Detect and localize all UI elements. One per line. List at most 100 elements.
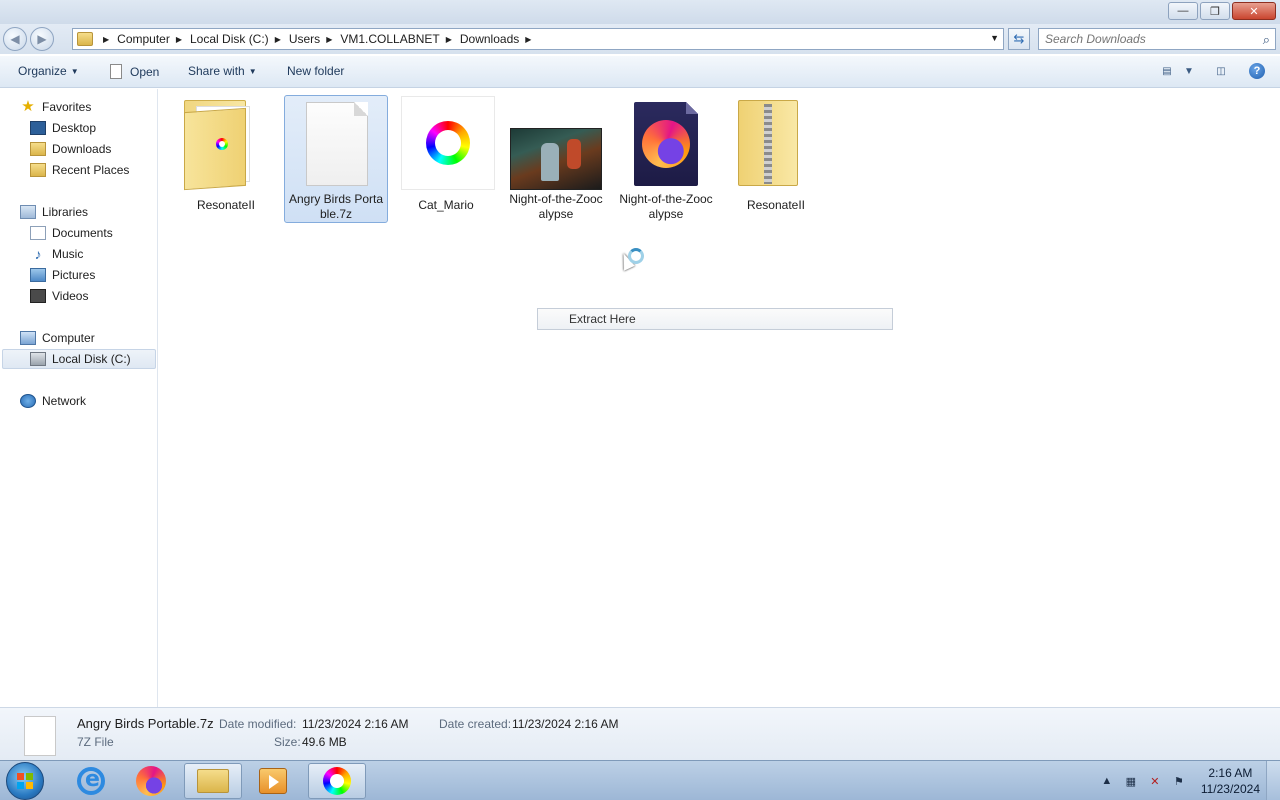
image-thumbnail-icon: [398, 96, 495, 192]
taskbar-windows-explorer[interactable]: [184, 763, 242, 799]
file-item[interactable]: ResonateII: [174, 95, 278, 223]
address-bar[interactable]: ▶ Computer ▶ Local Disk (C:) ▶ Users ▶ VM1.…: [72, 28, 1004, 50]
change-view-button[interactable]: ▤: [1158, 63, 1176, 79]
file-item[interactable]: Cat_Mario: [394, 95, 498, 223]
busy-spinner-icon: [628, 248, 644, 264]
maximize-button[interactable]: ❐: [1200, 2, 1230, 20]
taskbar-color-ring-app[interactable]: [308, 763, 366, 799]
context-menu-label: Extract Here: [569, 312, 636, 326]
sidebar-item-documents[interactable]: Documents: [30, 223, 113, 243]
details-date-modified-label: Date modified:: [219, 717, 297, 731]
details-file-type: 7Z File: [77, 735, 114, 749]
firefox-document-icon: [618, 96, 714, 186]
sidebar-label: Documents: [52, 226, 113, 240]
sidebar-item-downloads[interactable]: Downloads: [30, 139, 111, 159]
help-button[interactable]: ?: [1248, 63, 1266, 79]
chevron-down-icon[interactable]: ▼: [990, 33, 999, 43]
hard-disk-icon: [30, 352, 46, 366]
pictures-icon: [30, 268, 46, 282]
clock-date: 11/23/2024: [1200, 782, 1260, 796]
windows-explorer-icon: [197, 769, 229, 793]
search-input[interactable]: [1045, 32, 1245, 46]
sidebar-label: Favorites: [42, 100, 92, 114]
sidebar-item-favorites[interactable]: ★ Favorites: [20, 97, 91, 117]
folder-icon: [77, 32, 93, 46]
7z-file-icon: [288, 96, 384, 186]
system-tray: ▲ ▦ ✕ ⚑ 2:16 AM 11/23/2024: [1095, 761, 1280, 800]
sidebar-item-music[interactable]: ♪ Music: [30, 244, 84, 264]
sidebar-item-local-disk[interactable]: Local Disk (C:): [2, 349, 156, 369]
folder-icon: [178, 96, 274, 192]
chevron-right-icon[interactable]: ▶: [176, 35, 182, 44]
sidebar-item-pictures[interactable]: Pictures: [30, 265, 95, 285]
clock[interactable]: 2:16 AM 11/23/2024: [1201, 765, 1260, 797]
volume-muted-icon[interactable]: ✕: [1147, 773, 1163, 789]
taskbar-internet-explorer[interactable]: [62, 763, 120, 799]
breadcrumb-downloads[interactable]: Downloads: [460, 32, 519, 46]
search-icon[interactable]: ⌕: [1263, 32, 1270, 48]
refresh-button[interactable]: ⇆: [1008, 28, 1030, 50]
share-with-button[interactable]: Share with ▼: [188, 64, 257, 78]
chevron-right-icon[interactable]: ▶: [525, 35, 531, 44]
breadcrumb-local-disk[interactable]: Local Disk (C:): [190, 32, 269, 46]
file-item[interactable]: Night-of-the-Zoocalypse: [614, 95, 718, 223]
sidebar-label: Music: [52, 247, 84, 261]
chevron-right-icon[interactable]: ▶: [275, 35, 281, 44]
file-name: ResonateII: [746, 198, 806, 212]
sidebar-label: Libraries: [42, 205, 89, 219]
file-item[interactable]: Night-of-the-Zoocalypse: [504, 95, 608, 223]
back-button[interactable]: ◀: [3, 27, 27, 51]
sidebar-item-libraries[interactable]: Libraries: [20, 202, 88, 222]
search-box[interactable]: ⌕: [1038, 28, 1276, 50]
close-button[interactable]: ✕: [1232, 2, 1276, 20]
taskbar-media-player[interactable]: [244, 763, 302, 799]
taskbar-firefox[interactable]: [122, 763, 180, 799]
file-name: ResonateII: [196, 198, 256, 212]
chevron-right-icon[interactable]: ▶: [103, 35, 109, 44]
breadcrumb-computer[interactable]: Computer: [117, 32, 170, 46]
view-options-button[interactable]: ▼: [1180, 63, 1198, 79]
chevron-right-icon[interactable]: ▶: [326, 35, 332, 44]
chevron-right-icon[interactable]: ▶: [446, 35, 452, 44]
preview-pane-button[interactable]: ◫: [1212, 63, 1230, 79]
minimize-button[interactable]: —: [1168, 2, 1198, 20]
firefox-icon: [136, 766, 166, 796]
file-list[interactable]: ResonateII Angry Birds Portable.7z Cat_M…: [159, 89, 1280, 707]
details-file-name: Angry Birds Portable.7z: [77, 716, 214, 731]
sidebar-item-videos[interactable]: Videos: [30, 286, 88, 306]
sidebar-label: Local Disk (C:): [52, 352, 131, 366]
sidebar-label: Network: [42, 394, 87, 408]
file-item[interactable]: ResonateII: [724, 95, 828, 223]
start-button[interactable]: [6, 762, 44, 800]
action-center-flag-icon[interactable]: ⚑: [1171, 773, 1187, 789]
music-note-icon: ♪: [34, 246, 42, 262]
network-tray-icon[interactable]: ▦: [1123, 773, 1139, 789]
film-icon: [30, 289, 46, 303]
context-menu-extract-here[interactable]: Extract Here: [537, 308, 893, 330]
details-size-label: Size:: [274, 735, 301, 749]
media-player-icon: [259, 768, 287, 794]
color-ring-app-icon: [323, 767, 351, 795]
sidebar-item-desktop[interactable]: Desktop: [30, 118, 96, 138]
show-desktop-button[interactable]: [1266, 761, 1280, 800]
details-date-modified: 11/23/2024 2:16 AM: [302, 717, 409, 731]
show-hidden-icons-icon[interactable]: ▲: [1099, 773, 1115, 789]
breadcrumb-user[interactable]: VM1.COLLABNET: [340, 32, 439, 46]
sidebar-label: Desktop: [52, 121, 97, 135]
sidebar-item-network[interactable]: Network: [20, 391, 86, 411]
sidebar-item-recent-places[interactable]: Recent Places: [30, 160, 129, 180]
forward-button[interactable]: ▶: [30, 27, 54, 51]
chevron-down-icon: ▼: [70, 66, 79, 76]
chevron-down-icon: ▼: [1184, 65, 1194, 77]
sidebar-item-computer[interactable]: Computer: [20, 328, 95, 348]
sidebar-label: Pictures: [52, 268, 96, 282]
organize-button[interactable]: Organize ▼: [18, 64, 79, 78]
open-button[interactable]: Open: [110, 64, 159, 79]
new-folder-button[interactable]: New folder: [287, 64, 344, 78]
command-bar: Organize ▼ Open Share with ▼ New folder ▤ …: [0, 56, 1280, 88]
view-icon: ▤: [1162, 65, 1172, 77]
preview-pane-icon: ◫: [1216, 65, 1226, 77]
breadcrumb-users[interactable]: Users: [289, 32, 320, 46]
libraries-icon: [20, 205, 36, 219]
file-item-selected[interactable]: Angry Birds Portable.7z: [284, 95, 388, 223]
